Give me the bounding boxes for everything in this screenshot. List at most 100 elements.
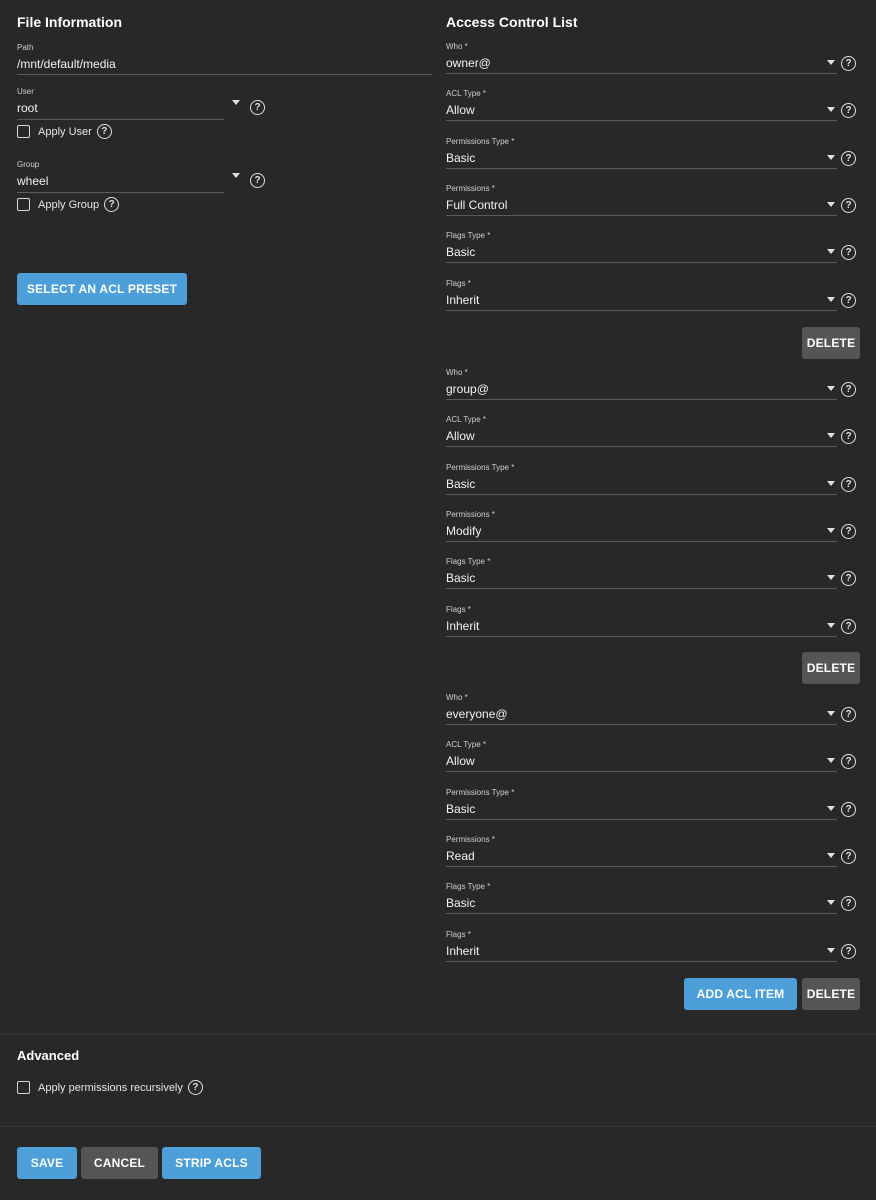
- flags-select[interactable]: Inherit: [446, 289, 837, 311]
- permissions-select[interactable]: Full Control: [446, 194, 837, 216]
- chevron-down-icon[interactable]: [827, 623, 835, 628]
- delete-acl-entry-1-button[interactable]: DELETE: [802, 327, 860, 359]
- chevron-down-icon[interactable]: [827, 155, 835, 160]
- flags-type-select[interactable]: Basic: [446, 892, 837, 914]
- help-icon[interactable]: ?: [841, 754, 856, 769]
- chevron-down-icon[interactable]: [827, 107, 835, 112]
- help-icon[interactable]: ?: [841, 849, 856, 864]
- add-acl-item-button[interactable]: ADD ACL ITEM: [684, 978, 797, 1010]
- path-input[interactable]: /mnt/default/media: [17, 53, 432, 75]
- chevron-down-icon[interactable]: [827, 249, 835, 254]
- help-icon[interactable]: ?: [841, 944, 856, 959]
- chevron-down-icon[interactable]: [827, 575, 835, 580]
- flags-field[interactable]: Flags * Inherit?: [446, 279, 856, 311]
- permissions-type-field[interactable]: Permissions Type * Basic?: [446, 463, 856, 495]
- flags-select[interactable]: Inherit: [446, 940, 837, 962]
- chevron-down-icon[interactable]: [827, 60, 835, 65]
- help-icon[interactable]: ?: [841, 477, 856, 492]
- help-icon[interactable]: ?: [841, 429, 856, 444]
- permissions-field[interactable]: Permissions * Read?: [446, 835, 856, 867]
- permissions-type-field[interactable]: Permissions Type * Basic?: [446, 788, 856, 820]
- help-icon[interactable]: ?: [250, 100, 265, 115]
- help-icon[interactable]: ?: [104, 197, 120, 212]
- delete-acl-entry-2-button[interactable]: DELETE: [802, 652, 860, 684]
- help-icon[interactable]: ?: [841, 151, 856, 166]
- flags-select[interactable]: Inherit: [446, 615, 837, 637]
- chevron-down-icon[interactable]: [827, 900, 835, 905]
- delete-acl-entry-3-button[interactable]: DELETE: [802, 978, 860, 1010]
- group-field[interactable]: Group wheel ?: [17, 160, 265, 193]
- apply-group-checkbox[interactable]: [17, 198, 30, 211]
- help-icon[interactable]: ?: [841, 382, 856, 397]
- help-icon[interactable]: ?: [841, 103, 856, 118]
- chevron-down-icon[interactable]: [827, 948, 835, 953]
- help-icon[interactable]: ?: [841, 245, 856, 260]
- chevron-down-icon[interactable]: [827, 386, 835, 391]
- apply-recursively-checkbox[interactable]: [17, 1081, 30, 1094]
- help-icon[interactable]: ?: [250, 173, 265, 188]
- permissions-select[interactable]: Modify: [446, 520, 837, 542]
- help-icon[interactable]: ?: [841, 896, 856, 911]
- help-icon[interactable]: ?: [96, 124, 112, 139]
- chevron-down-icon[interactable]: [827, 528, 835, 533]
- path-field[interactable]: Path /mnt/default/media: [17, 43, 432, 75]
- who-field[interactable]: Who * everyone@?: [446, 693, 856, 725]
- permissions-field[interactable]: Permissions * Full Control?: [446, 184, 856, 216]
- help-icon[interactable]: ?: [841, 524, 856, 539]
- permissions-type-select[interactable]: Basic: [446, 147, 837, 169]
- help-icon[interactable]: ?: [841, 293, 856, 308]
- group-select[interactable]: wheel: [17, 170, 224, 192]
- permissions-label: Permissions *: [446, 835, 495, 844]
- who-select[interactable]: group@: [446, 378, 837, 400]
- acl-type-select[interactable]: Allow: [446, 425, 837, 447]
- permissions-value: Full Control: [446, 197, 508, 212]
- section-divider: [0, 1034, 876, 1035]
- help-icon[interactable]: ?: [841, 619, 856, 634]
- permissions-select[interactable]: Read: [446, 845, 837, 867]
- acl-type-select[interactable]: Allow: [446, 750, 837, 772]
- chevron-down-icon[interactable]: [232, 173, 240, 178]
- help-icon[interactable]: ?: [841, 198, 856, 213]
- save-button[interactable]: SAVE: [17, 1147, 77, 1179]
- flags-type-select[interactable]: Basic: [446, 241, 837, 263]
- permissions-type-select[interactable]: Basic: [446, 798, 837, 820]
- cancel-button[interactable]: CANCEL: [81, 1147, 158, 1179]
- help-icon[interactable]: ?: [187, 1080, 203, 1095]
- chevron-down-icon[interactable]: [232, 100, 240, 105]
- who-select[interactable]: owner@: [446, 52, 837, 74]
- chevron-down-icon[interactable]: [827, 711, 835, 716]
- acl-type-field[interactable]: ACL Type * Allow?: [446, 89, 856, 121]
- apply-user-checkbox[interactable]: [17, 125, 30, 138]
- acl-type-field[interactable]: ACL Type * Allow?: [446, 415, 856, 447]
- help-icon[interactable]: ?: [841, 802, 856, 817]
- chevron-down-icon[interactable]: [827, 433, 835, 438]
- permissions-type-select[interactable]: Basic: [446, 473, 837, 495]
- chevron-down-icon[interactable]: [827, 481, 835, 486]
- who-select[interactable]: everyone@: [446, 703, 837, 725]
- help-icon[interactable]: ?: [841, 707, 856, 722]
- flags-type-field[interactable]: Flags Type * Basic?: [446, 557, 856, 589]
- chevron-down-icon[interactable]: [827, 297, 835, 302]
- acl-type-field[interactable]: ACL Type * Allow?: [446, 740, 856, 772]
- chevron-down-icon[interactable]: [827, 202, 835, 207]
- chevron-down-icon[interactable]: [827, 853, 835, 858]
- help-icon[interactable]: ?: [841, 56, 856, 71]
- flags-type-field[interactable]: Flags Type * Basic?: [446, 882, 856, 914]
- chevron-down-icon[interactable]: [827, 806, 835, 811]
- flags-type-field[interactable]: Flags Type * Basic?: [446, 231, 856, 263]
- permissions-type-field[interactable]: Permissions Type * Basic?: [446, 137, 856, 169]
- acl-type-value: Allow: [446, 753, 475, 768]
- flags-type-select[interactable]: Basic: [446, 567, 837, 589]
- flags-field[interactable]: Flags * Inherit?: [446, 930, 856, 962]
- user-select[interactable]: root: [17, 97, 224, 119]
- who-field[interactable]: Who * group@?: [446, 368, 856, 400]
- strip-acls-button[interactable]: STRIP ACLS: [162, 1147, 261, 1179]
- chevron-down-icon[interactable]: [827, 758, 835, 763]
- flags-field[interactable]: Flags * Inherit?: [446, 605, 856, 637]
- permissions-field[interactable]: Permissions * Modify?: [446, 510, 856, 542]
- select-acl-preset-button[interactable]: SELECT AN ACL PRESET: [17, 273, 187, 305]
- acl-type-select[interactable]: Allow: [446, 99, 837, 121]
- who-field[interactable]: Who * owner@?: [446, 42, 856, 74]
- help-icon[interactable]: ?: [841, 571, 856, 586]
- user-field[interactable]: User root ?: [17, 87, 265, 120]
